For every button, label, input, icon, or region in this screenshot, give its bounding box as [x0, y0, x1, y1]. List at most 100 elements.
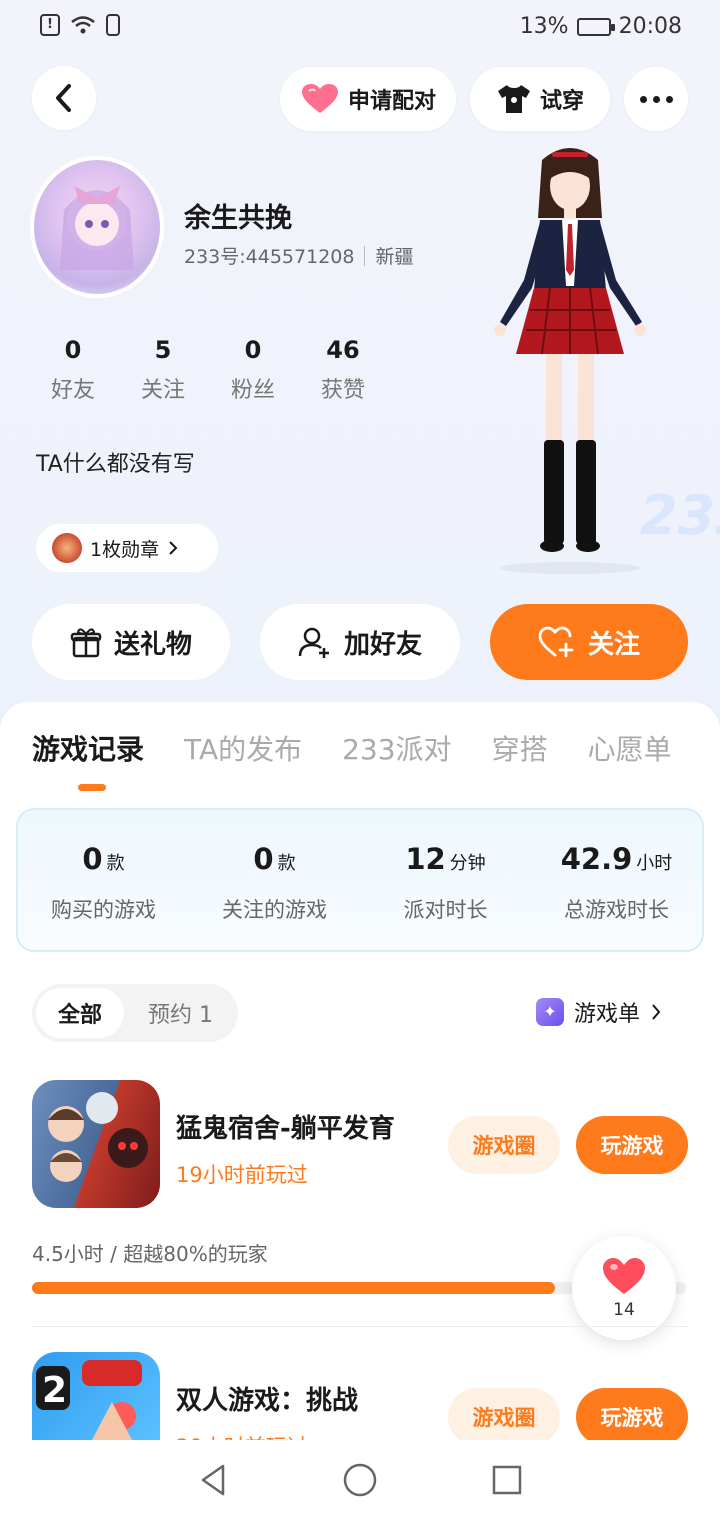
battery-percent: 13%: [519, 14, 569, 39]
add-user-icon: [298, 627, 329, 658]
game-circle-button[interactable]: 游戏圈: [448, 1116, 560, 1174]
filter-all-button[interactable]: 全部: [36, 988, 124, 1038]
game-summary-card: 0款 购买的游戏 0款 关注的游戏 12 分钟 派对时长 42.9 小时 总游戏时长: [16, 808, 704, 952]
avatar[interactable]: [30, 156, 164, 298]
summary-unit: 分钟: [449, 853, 486, 874]
divider: [32, 1326, 688, 1327]
filter-reserved-button[interactable]: 预约 1: [148, 997, 213, 1029]
last-played: 19小时前玩过: [176, 1163, 308, 1187]
tab-game-records[interactable]: 游戏记录: [32, 728, 144, 768]
profile-tabs: 游戏记录 TA的发布 233派对 穿搭 心愿单: [32, 728, 672, 768]
avatar-illustration: [60, 186, 134, 270]
game-title[interactable]: 猛鬼宿舍-躺平发育: [176, 1108, 395, 1145]
send-gift-button[interactable]: 送礼物: [32, 604, 230, 680]
clock: 20:08: [618, 14, 682, 39]
like-button[interactable]: 14: [572, 1236, 676, 1340]
watermark-233: 233: [640, 484, 720, 547]
last-played: 20小时前玩过: [176, 1431, 358, 1440]
summary-value: 0: [253, 842, 274, 876]
game-icon-badge: 2: [42, 1370, 67, 1411]
nav-back-icon[interactable]: [197, 1462, 229, 1498]
playtime-summary: 4.5小时 / 超越80%的玩家: [32, 1242, 268, 1266]
summary-total-time[interactable]: 42.9 小时 总游戏时长: [531, 810, 702, 950]
game-info: 猛鬼宿舍-躺平发育 19小时前玩过: [176, 1108, 395, 1189]
more-dot-icon: [639, 95, 647, 103]
profile-stats: 0 好友 5 关注 0 粉丝 46 获赞: [28, 336, 388, 404]
game-icon[interactable]: 2: [32, 1352, 160, 1440]
game-list-link[interactable]: ✦ 游戏单: [536, 996, 662, 1028]
add-friend-button[interactable]: 加好友: [260, 604, 460, 680]
summary-purchased[interactable]: 0款 购买的游戏: [18, 810, 189, 950]
try-on-label: 试穿: [539, 89, 584, 114]
alert-icon: !: [40, 14, 60, 36]
send-gift-label: 送礼物: [113, 629, 192, 660]
try-on-button[interactable]: 试穿: [470, 67, 610, 131]
summary-unit: 小时: [636, 853, 673, 874]
game-filter: 全部 预约 1: [32, 984, 238, 1042]
summary-label: 派对时长: [403, 898, 488, 922]
tshirt-icon: [497, 85, 530, 113]
summary-value: 0: [82, 842, 103, 876]
wifi-icon: [71, 16, 95, 34]
username: 余生共挽: [184, 203, 292, 234]
badge-button[interactable]: 1枚勋章: [36, 524, 218, 572]
summary-label: 购买的游戏: [51, 898, 156, 922]
game-artwork: 2: [36, 1360, 142, 1440]
progress-fill: [32, 1282, 556, 1294]
user-id-line: 233号:445571208 新疆: [184, 242, 413, 269]
nav-recents-icon[interactable]: [491, 1464, 523, 1496]
like-count: 14: [613, 1300, 635, 1320]
stat-value: 46: [326, 336, 360, 364]
game-icon[interactable]: [32, 1080, 160, 1208]
stat-label: 粉丝: [230, 378, 275, 403]
summary-party-time[interactable]: 12 分钟 派对时长: [360, 810, 531, 950]
stat-friends[interactable]: 0 好友: [28, 336, 118, 404]
game-list-label: 游戏单: [574, 1002, 641, 1027]
stat-value: 0: [64, 336, 82, 364]
follow-button[interactable]: 关注: [490, 604, 688, 680]
tab-outfits[interactable]: 穿搭: [492, 728, 548, 768]
summary-value: 42.9: [560, 842, 633, 876]
tab-wishlist[interactable]: 心愿单: [588, 728, 672, 768]
heart-icon: [603, 1258, 645, 1294]
request-match-button[interactable]: 申请配对: [280, 67, 456, 131]
vibrate-icon: [106, 14, 120, 36]
heart-plus-icon: [538, 626, 574, 658]
summary-label: 关注的游戏: [222, 898, 327, 922]
more-options-button[interactable]: [624, 67, 688, 131]
play-game-button[interactable]: 玩游戏: [576, 1388, 688, 1446]
play-game-button[interactable]: 玩游戏: [576, 1116, 688, 1174]
game-artwork: [48, 1092, 148, 1182]
game-info: 双人游戏：挑战 20小时前玩过: [176, 1380, 358, 1440]
tab-party[interactable]: 233派对: [342, 728, 451, 768]
sparkle-icon: ✦: [536, 998, 564, 1026]
status-bar: ! 13% 20:08: [0, 0, 720, 56]
stat-following[interactable]: 5 关注: [118, 336, 208, 404]
stat-label: 获赞: [320, 378, 365, 403]
summary-unit: 款: [277, 853, 296, 874]
game-circle-button[interactable]: 游戏圈: [448, 1388, 560, 1446]
request-match-label: 申请配对: [347, 89, 436, 114]
tab-indicator: [78, 784, 106, 791]
stat-likes[interactable]: 46 获赞: [298, 336, 388, 404]
chevron-right-icon: [169, 541, 178, 555]
badge-label: 1枚勋章: [90, 538, 160, 561]
user-id: 233号:445571208: [184, 246, 355, 268]
more-dot-icon: [652, 95, 660, 103]
stat-fans[interactable]: 0 粉丝: [208, 336, 298, 404]
nav-home-icon[interactable]: [342, 1462, 378, 1498]
system-nav-bar: [0, 1440, 720, 1520]
add-friend-label: 加好友: [343, 629, 422, 660]
medal-icon: [52, 533, 82, 563]
tab-posts[interactable]: TA的发布: [184, 728, 302, 768]
summary-followed[interactable]: 0款 关注的游戏: [189, 810, 360, 950]
game-title[interactable]: 双人游戏：挑战: [176, 1380, 358, 1417]
heart-icon: [301, 84, 338, 113]
region: 新疆: [375, 246, 414, 268]
back-arrow-icon: [56, 84, 71, 112]
stat-label: 好友: [50, 378, 95, 403]
stat-value: 5: [154, 336, 172, 364]
stat-label: 关注: [140, 378, 185, 403]
gift-icon: [70, 628, 102, 658]
back-button[interactable]: [32, 66, 96, 130]
